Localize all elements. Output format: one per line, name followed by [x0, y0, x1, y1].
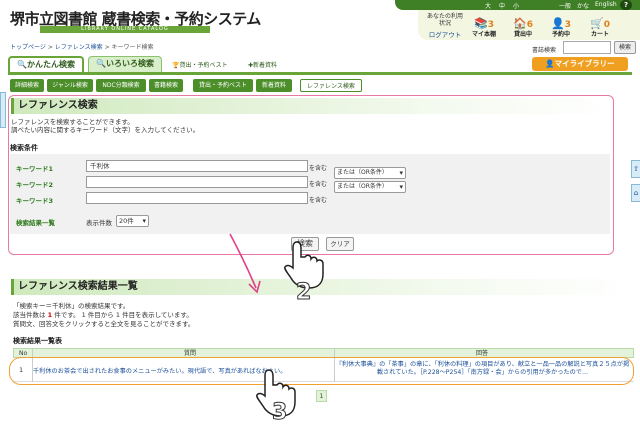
lang-general-link[interactable]: 一般: [559, 1, 571, 10]
search-desc-1: レファレンスを検索することができます。: [11, 118, 134, 126]
help-icon[interactable]: ?: [620, 0, 632, 10]
display-count-label: 表示件数: [86, 219, 112, 227]
display-count-select[interactable]: 20件: [116, 215, 149, 227]
keyword1-input[interactable]: 千利休: [86, 160, 308, 172]
keyword2-operator-select[interactable]: または（OR条件）: [334, 181, 406, 193]
cart-button[interactable]: 🛒0 カート: [584, 12, 616, 38]
step-label-2: 2: [295, 280, 312, 306]
keyword3-suffix: を含む: [309, 197, 328, 204]
lang-kana-link[interactable]: かな: [577, 1, 589, 10]
step-label-3: 3: [271, 400, 288, 426]
clear-button[interactable]: クリア: [326, 237, 354, 251]
catalog-search-label: 書誌検索: [532, 47, 557, 54]
borrowing-button[interactable]: 🏠6 貸出中: [507, 12, 539, 38]
keyword1-operator-select[interactable]: または（OR条件）: [334, 167, 406, 179]
keyword3-label: キーワード3: [16, 197, 54, 205]
keyword2-label: キーワード2: [16, 181, 54, 189]
keyword1-label: キーワード1: [16, 165, 54, 173]
subnav-reference[interactable]: レファレンス検索: [300, 79, 362, 92]
my-library-button[interactable]: 👤マイライブラリー: [532, 57, 628, 71]
results-table-label: 検索結果一覧表: [13, 337, 62, 345]
side-tab[interactable]: [0, 92, 6, 128]
home-icon[interactable]: ⌂: [631, 184, 640, 202]
search-icon: 🔍: [17, 60, 27, 69]
keyword2-input[interactable]: [86, 176, 308, 188]
keyword3-input[interactable]: [86, 192, 308, 204]
user-icon: 👤: [545, 59, 555, 68]
house-icon: 🏠: [513, 17, 527, 30]
breadcrumb: トップページ > レファレンス検索 > キーワード検索: [10, 44, 154, 51]
tab-best[interactable]: 🏆貸出・予約ベスト: [172, 60, 228, 69]
tab-underline: [8, 72, 632, 75]
results-query: 「検索キー＝千利休」の検索結果です。: [13, 302, 130, 310]
subnav-detail[interactable]: 詳細検索: [10, 79, 44, 92]
site-subtitle: LIBRARY ONLINE CATALOG: [40, 26, 210, 33]
results-hint: 質問文、回答文をクリックすると全文を見ることができます。: [13, 320, 195, 328]
search-desc-2: 調べたい内容に関するキーワード（文字）を入力してください。: [11, 126, 200, 134]
search-section-title: レファレンス検索: [11, 98, 611, 114]
subnav-genre[interactable]: ジャンル検索: [47, 79, 93, 92]
logout-link[interactable]: ログアウト: [426, 29, 464, 39]
scroll-top-icon[interactable]: ⇧: [631, 160, 640, 178]
result-row-highlight: [9, 357, 634, 385]
breadcrumb-reference[interactable]: レファレンス検索: [55, 44, 103, 51]
subnav-ndc[interactable]: NDC分類検索: [96, 79, 146, 92]
font-small-link[interactable]: 小: [513, 1, 519, 10]
breadcrumb-home[interactable]: トップページ: [10, 44, 46, 51]
person-icon: 👤: [551, 17, 565, 30]
tab-various-search[interactable]: 🔍いろいろ検索: [88, 56, 162, 72]
pointer-arrow: [229, 233, 261, 294]
cart-icon: 🛒: [590, 17, 604, 30]
my-bookshelf-button[interactable]: 📚3 マイ本棚: [468, 12, 500, 38]
subnav-new[interactable]: 新着資料: [256, 79, 292, 92]
search-condition-label: 検索条件: [10, 144, 38, 152]
breadcrumb-current: キーワード検索: [111, 44, 154, 51]
search-icon: 🔍: [96, 59, 106, 68]
subnav-books[interactable]: 書籍検索: [149, 79, 183, 92]
subnav-best[interactable]: 貸出・予約ベスト: [193, 79, 253, 92]
tab-easy-search[interactable]: 🔍かんたん検索: [8, 56, 84, 72]
tab-new[interactable]: ✚新着資料: [248, 60, 277, 69]
font-medium-link[interactable]: 中: [499, 1, 505, 10]
header: 堺市立図書館 蔵書検索・予約システム LIBRARY ONLINE CATALO…: [0, 0, 640, 40]
result-list-label: 検索結果一覧: [16, 219, 55, 227]
catalog-search-button[interactable]: 検索: [614, 41, 636, 54]
lang-english-link[interactable]: English: [595, 1, 617, 8]
page-1-button[interactable]: 1: [316, 390, 327, 402]
keyword2-suffix: を含む: [309, 181, 328, 188]
top-utility-bar: 大 中 小 一般 かな English: [395, 0, 640, 10]
reserved-button[interactable]: 👤3 予約中: [545, 12, 577, 38]
user-status-label: あなたの利用状況: [426, 13, 463, 27]
hit-count: 1: [47, 311, 53, 319]
keyword1-suffix: を含む: [309, 165, 328, 172]
catalog-search-input[interactable]: [563, 41, 611, 54]
font-large-link[interactable]: 大: [485, 1, 491, 10]
bookshelf-icon: 📚: [474, 17, 488, 30]
results-count: 該当件数は 1 件です。 1 件目から 1 件目を表示しています。: [13, 311, 193, 319]
